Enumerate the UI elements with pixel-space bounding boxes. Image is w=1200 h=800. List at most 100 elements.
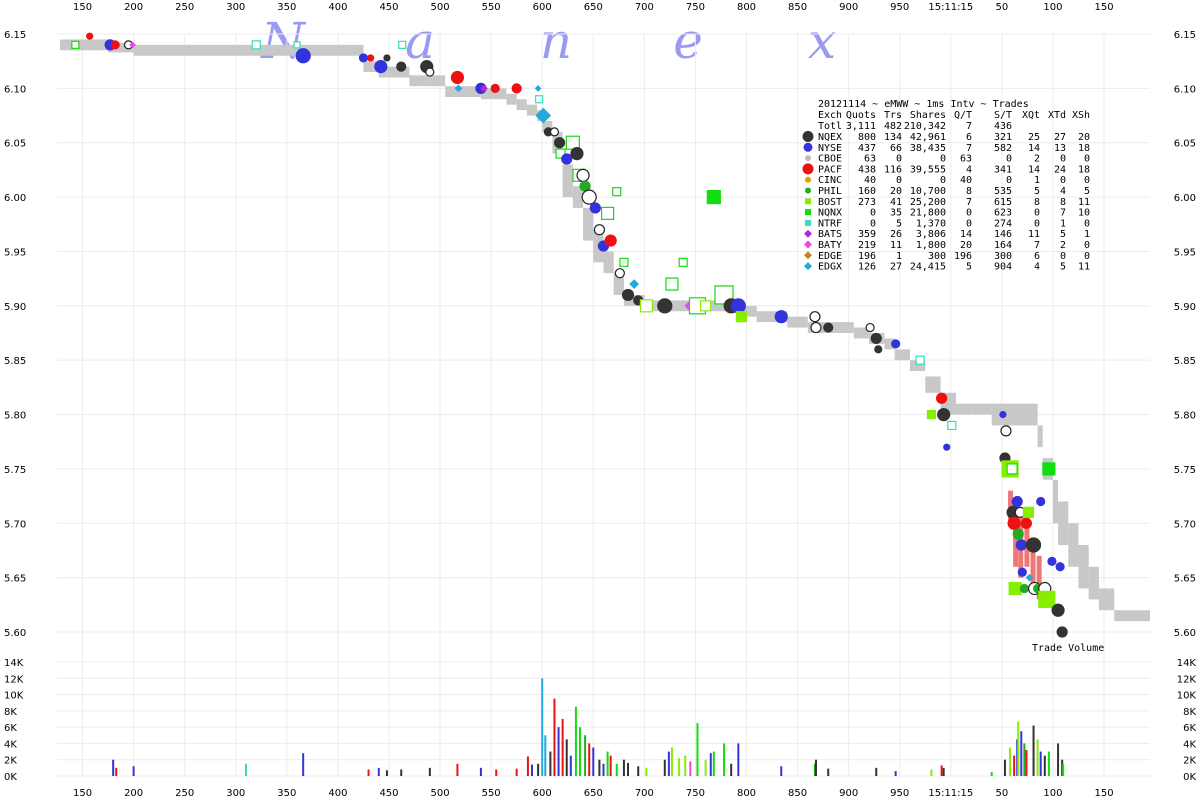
- legend-header-cell: Trs: [884, 110, 902, 121]
- legend-row-phil-cell: 535: [994, 186, 1012, 197]
- nbbo-segment: [787, 316, 808, 328]
- legend-row-bost-cell: 8: [1034, 197, 1040, 208]
- volume-bar: [942, 767, 945, 776]
- x-tick-label-top: 250: [175, 2, 194, 13]
- legend-swatch: [805, 176, 811, 183]
- legend-row-bost-cell: 25,200: [910, 197, 946, 208]
- y-tick-label-left: 5.75: [4, 465, 26, 476]
- legend-header-cell: Q/T: [954, 110, 972, 121]
- trade-marker-nyse: [730, 298, 746, 314]
- trade-marker-nqex: [1056, 626, 1068, 638]
- y-tick-label-right: 5.60: [1174, 628, 1196, 639]
- x-tick-label-bottom: 800: [737, 788, 756, 799]
- trade-marker-bost: [1038, 590, 1056, 608]
- trade-marker-pacf: [110, 40, 120, 50]
- legend-row-nqnx-cell: 10: [1078, 208, 1090, 219]
- trade-marker-pacf: [1007, 516, 1021, 530]
- legend-swatch: [805, 209, 811, 216]
- watermark-letter: n: [540, 12, 572, 70]
- trade-marker-pacf: [1000, 425, 1012, 437]
- nbbo-segment: [955, 403, 972, 415]
- nbbo-segment: [838, 322, 854, 333]
- volume-bar: [689, 761, 692, 776]
- volume-bar: [428, 767, 431, 776]
- y-tick-label-left: 6.00: [4, 193, 26, 204]
- legend-row-baty-cell: 1,800: [916, 240, 946, 251]
- legend-row-baty-cell: 164: [994, 240, 1012, 251]
- legend-row-ntrf-cell: 274: [994, 218, 1012, 229]
- nbbo-segment: [1098, 588, 1115, 611]
- volume-bar: [544, 735, 547, 776]
- trade-marker-ntrf: [398, 40, 407, 49]
- volume-tick-label-right: 6K: [1183, 723, 1196, 734]
- trade-marker-edgx: [534, 85, 542, 92]
- legend-row-cinc-cell: 1: [1034, 175, 1040, 186]
- legend-title: 20121114 ~ eMWW ~ 1ms Intv ~ Trades: [818, 99, 1029, 110]
- legend-total-cell: 482: [884, 121, 902, 132]
- legend-row-pacf-cell: 4: [966, 164, 972, 175]
- x-tick-label-bottom: 600: [533, 788, 552, 799]
- volume-bar: [645, 767, 648, 776]
- y-tick-label-right: 5.80: [1174, 411, 1196, 422]
- trade-marker-nyse: [891, 339, 901, 349]
- trade-marker-nqnx: [1006, 463, 1018, 475]
- nbbo-segment: [506, 93, 517, 105]
- legend-row-ntrf-cell: 0: [870, 218, 876, 229]
- volume-tick-label-right: 10K: [1177, 691, 1197, 702]
- volume-bar: [526, 756, 529, 776]
- legend-header-cell: XTd: [1048, 110, 1066, 121]
- y-tick-label-right: 6.15: [1174, 30, 1196, 41]
- legend-row-edge-cell: EDGE: [818, 251, 842, 262]
- trade-marker-nyse: [943, 443, 951, 451]
- volume-tick-label-right: 14K: [1177, 658, 1197, 669]
- legend-row-edgx-cell: 4: [1034, 262, 1040, 273]
- x-tick-label-top: 900: [839, 2, 858, 13]
- trade-marker-nqex: [823, 322, 834, 333]
- trade-marker-nyse: [1036, 496, 1046, 507]
- legend-row-bost-cell: 273: [858, 197, 876, 208]
- legend-row-cboe-cell: 0: [1060, 154, 1066, 165]
- volume-bar: [1023, 743, 1026, 776]
- x-tick-label-top: 400: [328, 2, 347, 13]
- legend-row-edge-cell: 1: [896, 251, 902, 262]
- chart-canvas: Nanex 1501502002002502503003003503504004…: [4, 2, 1197, 799]
- volume-bar: [1039, 751, 1042, 776]
- legend-row-cboe-cell: 0: [896, 154, 902, 165]
- legend-row-ntrf-cell: 5: [896, 218, 902, 229]
- legend-row-cboe-cell: 2: [1034, 154, 1040, 165]
- x-tick-label-bottom: 300: [226, 788, 245, 799]
- volume-bar: [1017, 721, 1020, 776]
- volume-bar: [667, 751, 670, 776]
- y-tick-label-right: 5.65: [1174, 574, 1196, 585]
- x-tick-label-bottom: 400: [328, 788, 347, 799]
- volume-bar: [737, 743, 740, 776]
- nbbo-segment: [60, 39, 109, 51]
- trade-marker-nqnx: [71, 40, 80, 49]
- trade-marker-ntrf: [535, 95, 544, 104]
- volume-bar: [1043, 755, 1046, 776]
- x-tick-label-top: 450: [379, 2, 398, 13]
- legend-swatch: [804, 240, 812, 249]
- legend-row-pacf-cell: 438: [858, 164, 876, 175]
- volume-bar: [1062, 763, 1065, 776]
- volume-bar: [602, 763, 605, 776]
- x-tick-label-top: 700: [635, 2, 654, 13]
- volume-tick-label-right: 2K: [1183, 756, 1196, 767]
- legend-row-edge-cell: 6: [1034, 251, 1040, 262]
- trade-marker-nyse: [358, 53, 369, 63]
- x-tick-label-top: 650: [584, 2, 603, 13]
- legend-row-ntrf-cell: NTRF: [818, 218, 842, 229]
- legend-row-phil-cell: 8: [966, 186, 972, 197]
- legend-row-nqnx-cell: 35: [890, 208, 902, 219]
- trade-marker-nqnx: [665, 277, 679, 291]
- trade-marker-nqnx: [678, 257, 688, 267]
- y-tick-label-left: 5.60: [4, 628, 26, 639]
- legend-row-nqex-cell: 800: [858, 132, 876, 143]
- volume-bar: [627, 762, 630, 776]
- legend-total-cell: 3,111: [846, 121, 876, 132]
- legend-header-cell: XQt: [1022, 110, 1040, 121]
- volume-bar: [565, 739, 568, 776]
- legend-row-bost-cell: 7: [966, 197, 972, 208]
- trade-marker-nyse: [1011, 495, 1023, 508]
- legend-row-cinc-cell: 0: [896, 175, 902, 186]
